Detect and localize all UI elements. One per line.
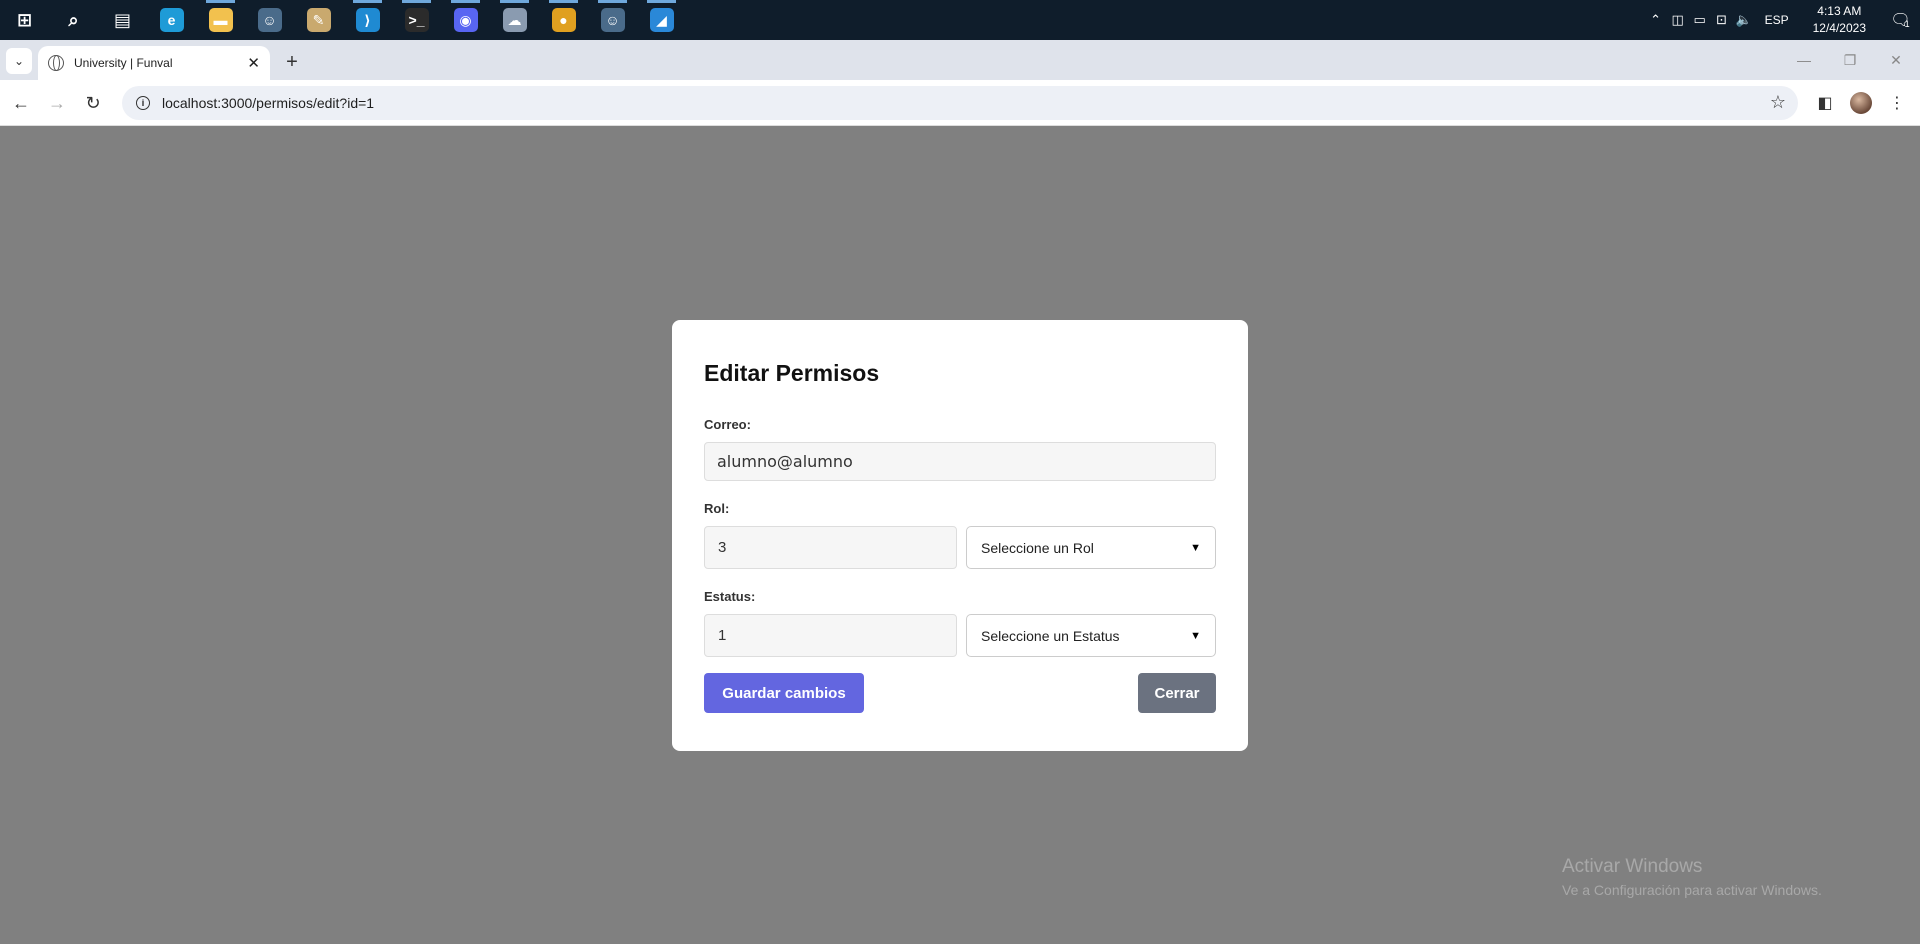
app-icon-2[interactable]: ☁	[490, 0, 539, 40]
windows-start-icon-glyph: ⊞	[16, 9, 33, 30]
app-icon-1[interactable]: ☺	[245, 0, 294, 40]
taskbar: ⊞ ⌕ ▤ e ▬ ☺ ✎ ⟩ >_ ◉ ☁ ● ☺ ◢ ⌃ ◫ ▭ ⊡ 🔈 ESP 4:13 AM 12…	[0, 0, 1920, 40]
paint-icon-glyph: ✎	[306, 8, 331, 32]
clock-time: 4:13 AM	[1817, 4, 1862, 18]
rol-select[interactable]: Seleccione un Rol ▼	[966, 526, 1216, 569]
camera-icon[interactable]: ◫	[1667, 0, 1689, 40]
discord-icon-glyph: ◉	[453, 8, 478, 32]
reload-icon[interactable]: ↻	[78, 88, 108, 118]
task-view-icon-glyph: ▤	[113, 9, 131, 30]
browser-toolbar: ← → ↻ i localhost:3000/permisos/edit?id=…	[0, 80, 1920, 126]
app-icon-2-glyph: ☁	[502, 8, 527, 32]
profile-avatar[interactable]	[1846, 88, 1876, 118]
taskbar-apps: ⊞ ⌕ ▤ e ▬ ☺ ✎ ⟩ >_ ◉ ☁ ● ☺ ◢	[0, 0, 686, 40]
tab-close-icon[interactable]: ✕	[247, 54, 260, 72]
paint-icon[interactable]: ✎	[294, 0, 343, 40]
estatus-select[interactable]: Seleccione un Estatus ▼	[966, 614, 1216, 657]
tab-active[interactable]: University | Funval ✕	[38, 46, 270, 80]
avatar	[1850, 92, 1872, 114]
vscode-icon-glyph: ⟩	[355, 8, 380, 32]
bookmark-star-icon[interactable]: ☆	[1770, 92, 1786, 113]
chevron-down-icon: ▼	[1190, 541, 1201, 554]
correo-label: Correo:	[704, 417, 751, 432]
terminal-icon[interactable]: >_	[392, 0, 441, 40]
url-text: localhost:3000/permisos/edit?id=1	[162, 95, 375, 111]
estatus-label: Estatus:	[704, 589, 756, 604]
vscode-icon[interactable]: ⟩	[343, 0, 392, 40]
file-explorer-icon[interactable]: ▬	[196, 0, 245, 40]
rol-input[interactable]: 3	[704, 526, 957, 569]
edit-permissions-modal: Editar Permisos Correo: alumno@alumno Ro…	[672, 320, 1248, 751]
app-icon-3[interactable]: ☺	[588, 0, 637, 40]
close-window-button[interactable]: ✕	[1873, 40, 1919, 80]
menu-kebab-icon[interactable]: ⋮	[1882, 88, 1912, 118]
rol-row: 3 Seleccione un Rol ▼	[704, 526, 1216, 569]
app-icon-1-glyph: ☺	[257, 8, 282, 32]
save-button[interactable]: Guardar cambios	[704, 673, 864, 713]
system-tray: ⌃ ◫ ▭ ⊡ 🔈 ESP 4:13 AM 12/4/2023 🗨 1	[1645, 0, 1920, 40]
rol-select-value: Seleccione un Rol	[981, 539, 1094, 556]
rol-label: Rol:	[704, 501, 730, 516]
task-view-icon[interactable]: ▤	[98, 0, 147, 40]
edge-icon-glyph: e	[159, 8, 184, 32]
estatus-input[interactable]: 1	[704, 614, 957, 657]
address-bar[interactable]: i localhost:3000/permisos/edit?id=1 ☆	[122, 86, 1798, 120]
globe-icon	[48, 55, 64, 71]
new-tab-button[interactable]: +	[280, 50, 304, 74]
activation-watermark: Activar Windows Ve a Configuración para …	[1562, 856, 1822, 898]
tab-strip: ⌄ University | Funval ✕ +	[0, 40, 1920, 80]
estatus-select-value: Seleccione un Estatus	[981, 627, 1120, 644]
chevron-up-icon[interactable]: ⌃	[1645, 0, 1667, 40]
forward-arrow-icon[interactable]: →	[42, 88, 72, 118]
tab-title: University | Funval	[74, 56, 173, 70]
tab-search-chevron-icon[interactable]: ⌄	[6, 48, 32, 74]
restore-button[interactable]: ❐	[1827, 40, 1873, 80]
search-icon[interactable]: ⌕	[49, 0, 98, 40]
clock[interactable]: 4:13 AM 12/4/2023	[1799, 3, 1880, 37]
terminal-icon-glyph: >_	[404, 8, 429, 32]
watermark-subtitle: Ve a Configuración para activar Windows.	[1562, 882, 1822, 898]
file-explorer-icon-glyph: ▬	[208, 8, 233, 32]
language-indicator[interactable]: ESP	[1755, 13, 1799, 27]
close-button[interactable]: Cerrar	[1138, 673, 1216, 713]
estatus-row: 1 Seleccione un Estatus ▼	[704, 614, 1216, 657]
volume-icon[interactable]: 🔈	[1733, 0, 1755, 40]
chrome-icon-glyph: ●	[551, 8, 576, 32]
app-icon-4-glyph: ◢	[649, 8, 674, 32]
discord-icon[interactable]: ◉	[441, 0, 490, 40]
site-info-icon[interactable]: i	[136, 96, 150, 110]
modal-actions: Guardar cambios Cerrar	[704, 673, 1216, 713]
notification-icon[interactable]: 🗨 1	[1880, 0, 1920, 40]
network-icon[interactable]: ⊡	[1711, 0, 1733, 40]
minimize-button[interactable]: —	[1781, 40, 1827, 80]
correo-input[interactable]: alumno@alumno	[704, 442, 1216, 481]
watermark-title: Activar Windows	[1562, 856, 1703, 877]
windows-start-icon[interactable]: ⊞	[0, 0, 49, 40]
side-panel-icon[interactable]: ◧	[1810, 88, 1840, 118]
chrome-icon[interactable]: ●	[539, 0, 588, 40]
modal-title: Editar Permisos	[704, 360, 880, 386]
app-icon-3-glyph: ☺	[600, 8, 625, 32]
back-arrow-icon[interactable]: ←	[6, 88, 36, 118]
search-icon-glyph: ⌕	[68, 9, 79, 30]
chevron-down-icon: ▼	[1190, 629, 1201, 642]
notification-count: 1	[1904, 19, 1910, 29]
clock-date: 12/4/2023	[1812, 21, 1866, 35]
battery-icon[interactable]: ▭	[1689, 0, 1711, 40]
edge-icon[interactable]: e	[147, 0, 196, 40]
app-icon-4[interactable]: ◢	[637, 0, 686, 40]
